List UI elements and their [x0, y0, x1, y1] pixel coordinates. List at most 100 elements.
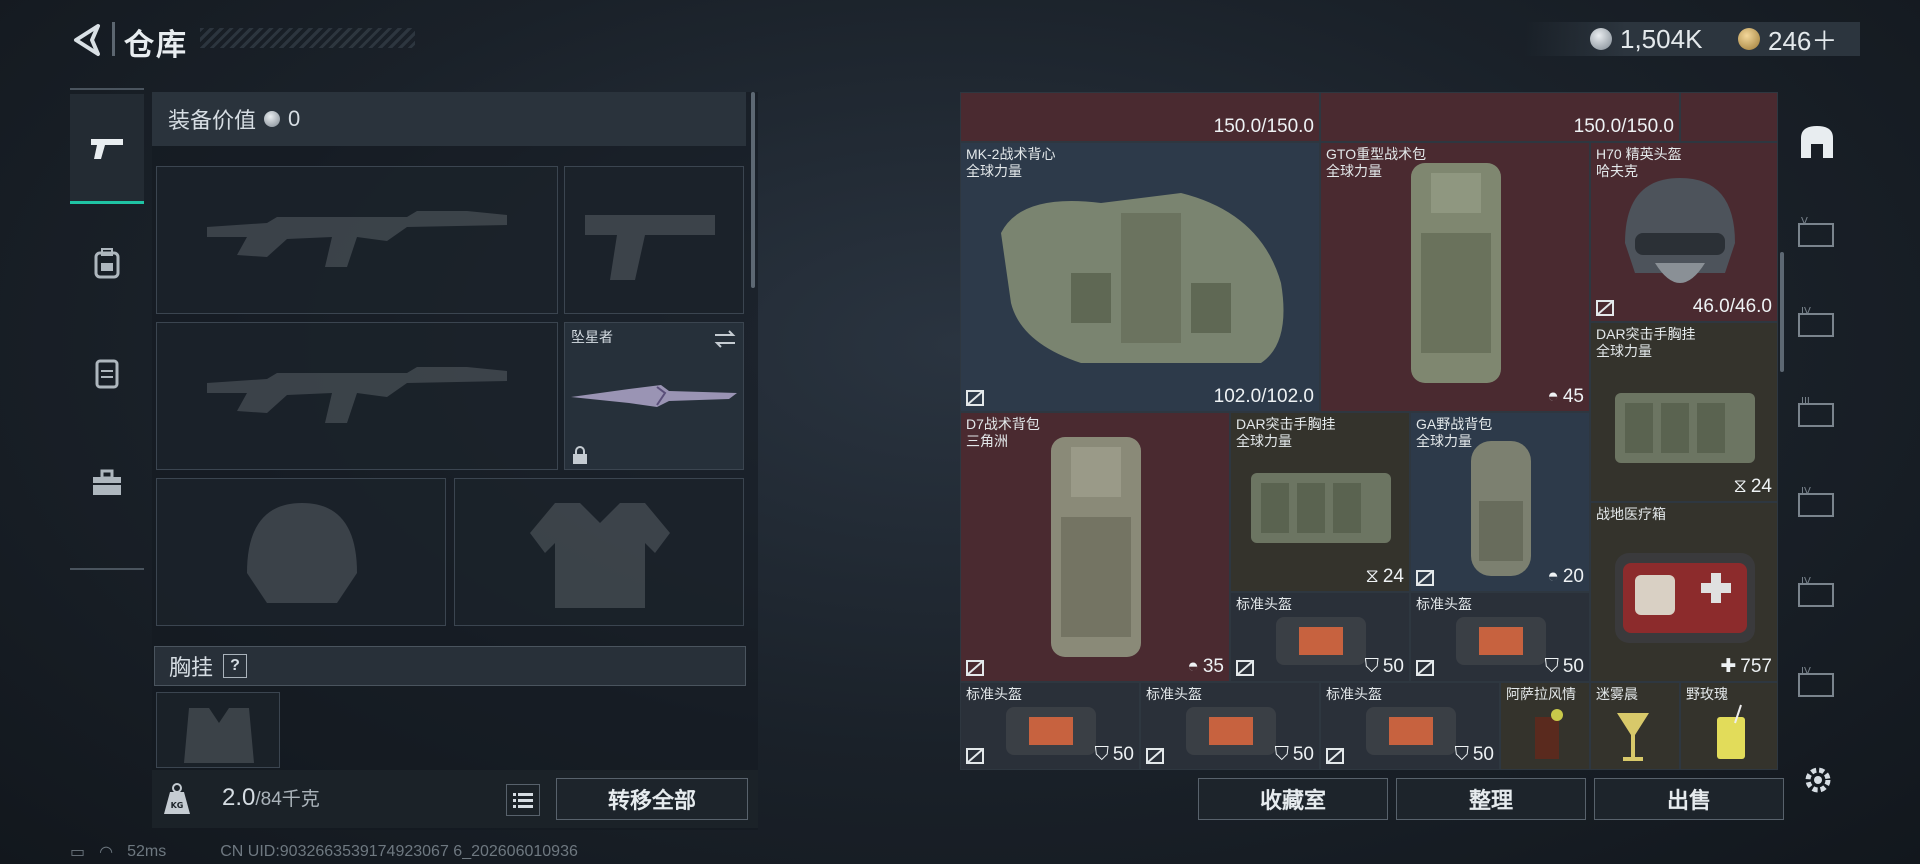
capacity-icon: ⧖ [1365, 566, 1379, 587]
tab-backpack[interactable] [70, 208, 144, 318]
list-view-button[interactable] [506, 784, 540, 816]
storage-tab-3[interactable]: III [1792, 382, 1842, 442]
item-standard-helmet[interactable]: 标准头盔 ⛉ 50 [960, 682, 1140, 770]
item-standard-helmet[interactable]: 标准头盔 ⛉ 50 [1320, 682, 1500, 770]
item-name: DAR突击手胸挂 全球力量 [1236, 416, 1336, 449]
storage-box-icon: III [1798, 396, 1834, 427]
tab-vest[interactable] [70, 318, 144, 428]
item-standard-helmet[interactable]: 标准头盔 ⛉ 50 [1140, 682, 1320, 770]
rifle-silhouette-icon [207, 211, 507, 267]
svg-text:KG: KG [171, 801, 184, 810]
storage-tab-2[interactable]: IV [1792, 292, 1842, 352]
pistol-slot[interactable] [564, 166, 744, 314]
capacity: ◓ 35 [1187, 656, 1224, 677]
transfer-all-button[interactable]: 转移全部 [556, 778, 748, 820]
storage-main-tab[interactable] [1792, 112, 1842, 172]
storage-tabs: V IV III IV IV IV [1784, 92, 1850, 772]
armor-value: ⛉ 50 [1364, 656, 1404, 677]
user-uid: CN UID:9032663539174923067 6_20260601093… [220, 843, 578, 860]
item-name: DAR突击手胸挂 全球力量 [1596, 326, 1696, 359]
silver-coin-icon [1590, 28, 1612, 50]
tactical-vest-icon [1001, 193, 1284, 363]
storage-tab-4[interactable]: IV [1792, 472, 1842, 532]
secondary-weapon-slot[interactable] [156, 322, 558, 470]
silver-currency[interactable]: 1,504K [1590, 22, 1702, 56]
armor-slot[interactable] [454, 478, 744, 626]
item-mk2-vest[interactable]: MK-2战术背心 全球力量 102.0/102.0 [960, 142, 1320, 412]
tab-weapons[interactable] [70, 94, 144, 204]
organize-button[interactable]: 整理 [1396, 778, 1586, 820]
svg-text:III: III [1801, 396, 1810, 407]
storage-tab-6[interactable]: IV [1792, 652, 1842, 712]
durability: 102.0/102.0 [1213, 386, 1314, 407]
item-cell-top-mid[interactable]: 150.0/150.0 [1320, 92, 1680, 142]
helmet-slot[interactable] [156, 478, 446, 626]
chest-rig-silhouette-icon [184, 708, 254, 763]
item-cell-top-left[interactable]: 150.0/150.0 [960, 92, 1320, 142]
sell-button[interactable]: 出售 [1594, 778, 1784, 820]
no-insure-icon [966, 748, 984, 764]
gold-currency[interactable]: 246＋ [1738, 22, 1837, 56]
storage-box-icon: IV [1798, 486, 1834, 517]
storage-tab-1[interactable]: V [1792, 202, 1842, 262]
item-d7-backpack[interactable]: D7战术背包 三角洲 ◓ 35 [960, 412, 1230, 682]
status-bar: ▭ ◠ 52ms CN UID:9032663539174923067 6_20… [70, 842, 578, 862]
settings-button[interactable] [1800, 762, 1836, 798]
armor-silhouette-icon [530, 503, 670, 608]
list-icon [513, 793, 533, 808]
item-field-medkit[interactable]: 战地医疗箱 ✚ 757 [1590, 502, 1778, 682]
item-dar-chest-rig[interactable]: DAR突击手胸挂 全球力量 ⧖ 24 [1590, 322, 1778, 502]
back-arrow-icon [74, 24, 100, 56]
wifi-icon: ◠ [99, 844, 114, 861]
item-drink-rose[interactable]: 野玫瑰 [1680, 682, 1778, 770]
storage-tab-5[interactable]: IV [1792, 562, 1842, 622]
capacity: ⧖ 24 [1733, 476, 1772, 497]
svg-text:IV: IV [1801, 576, 1811, 587]
pistol-silhouette-icon [585, 215, 715, 280]
swap-icon[interactable] [713, 329, 737, 349]
storage-box-icon: IV [1798, 666, 1834, 697]
armor-value: ⛉ 50 [1544, 656, 1584, 677]
item-standard-helmet[interactable]: 标准头盔 ⛉ 50 [1230, 592, 1410, 682]
tab-toolbox[interactable] [70, 428, 144, 538]
item-h70-helmet[interactable]: H70 精英头盔 哈夫克 46.0/46.0 [1590, 142, 1778, 322]
no-insure-icon [966, 390, 984, 406]
item-drink-mist[interactable]: 迷雾晨 [1590, 682, 1680, 770]
drink-glass-icon [1535, 709, 1563, 759]
primary-weapon-slot[interactable] [156, 166, 558, 314]
backpack-icon [1471, 441, 1531, 576]
capacity-icon: ◓ [1187, 656, 1199, 677]
item-name: D7战术背包 三角洲 [966, 416, 1040, 449]
item-ga-backpack[interactable]: GA野战背包 全球力量 ◓ 20 [1410, 412, 1590, 592]
helmet-case-icon [1276, 617, 1366, 665]
no-insure-icon [1236, 660, 1254, 676]
capacity-icon: ⧖ [1733, 476, 1747, 497]
no-insure-icon [966, 660, 984, 676]
equipment-scrollbar[interactable] [751, 92, 755, 288]
back-button[interactable] [70, 22, 106, 58]
gear-icon [1805, 767, 1831, 793]
item-standard-helmet[interactable]: 标准头盔 ⛉ 50 [1410, 592, 1590, 682]
capacity: ◓ 45 [1547, 386, 1584, 407]
helmet-case-icon [1006, 707, 1096, 755]
item-gto-backpack[interactable]: GTO重型战术包 全球力量 ◓ 45 [1320, 142, 1590, 412]
chest-rig-section-label: 胸挂 [169, 655, 214, 680]
svg-text:IV: IV [1801, 306, 1811, 317]
item-cell-top-right[interactable] [1680, 92, 1778, 142]
lock-icon [573, 446, 587, 464]
item-drink-asala[interactable]: 阿萨拉风情 [1500, 682, 1590, 770]
item-name: 迷雾晨 [1596, 686, 1638, 702]
helmet-silhouette-icon [247, 503, 357, 603]
title-divider [112, 22, 115, 56]
rifle-silhouette-icon [207, 367, 507, 423]
melee-name: 坠星者 [571, 329, 613, 345]
chest-rig-slot[interactable] [156, 692, 280, 768]
melee-slot[interactable]: 坠星者 [564, 322, 744, 470]
armor-value: ⛉ 50 [1454, 744, 1494, 765]
help-button[interactable]: ? [223, 654, 248, 678]
capacity: ⧖ 24 [1365, 566, 1404, 587]
collection-room-button[interactable]: 收藏室 [1198, 778, 1388, 820]
item-dar-chest-rig-2[interactable]: DAR突击手胸挂 全球力量 ⧖ 24 [1230, 412, 1410, 592]
plus-icon: ✚ [1720, 656, 1737, 677]
chest-rig-section-header: 胸挂 ? [154, 646, 746, 686]
